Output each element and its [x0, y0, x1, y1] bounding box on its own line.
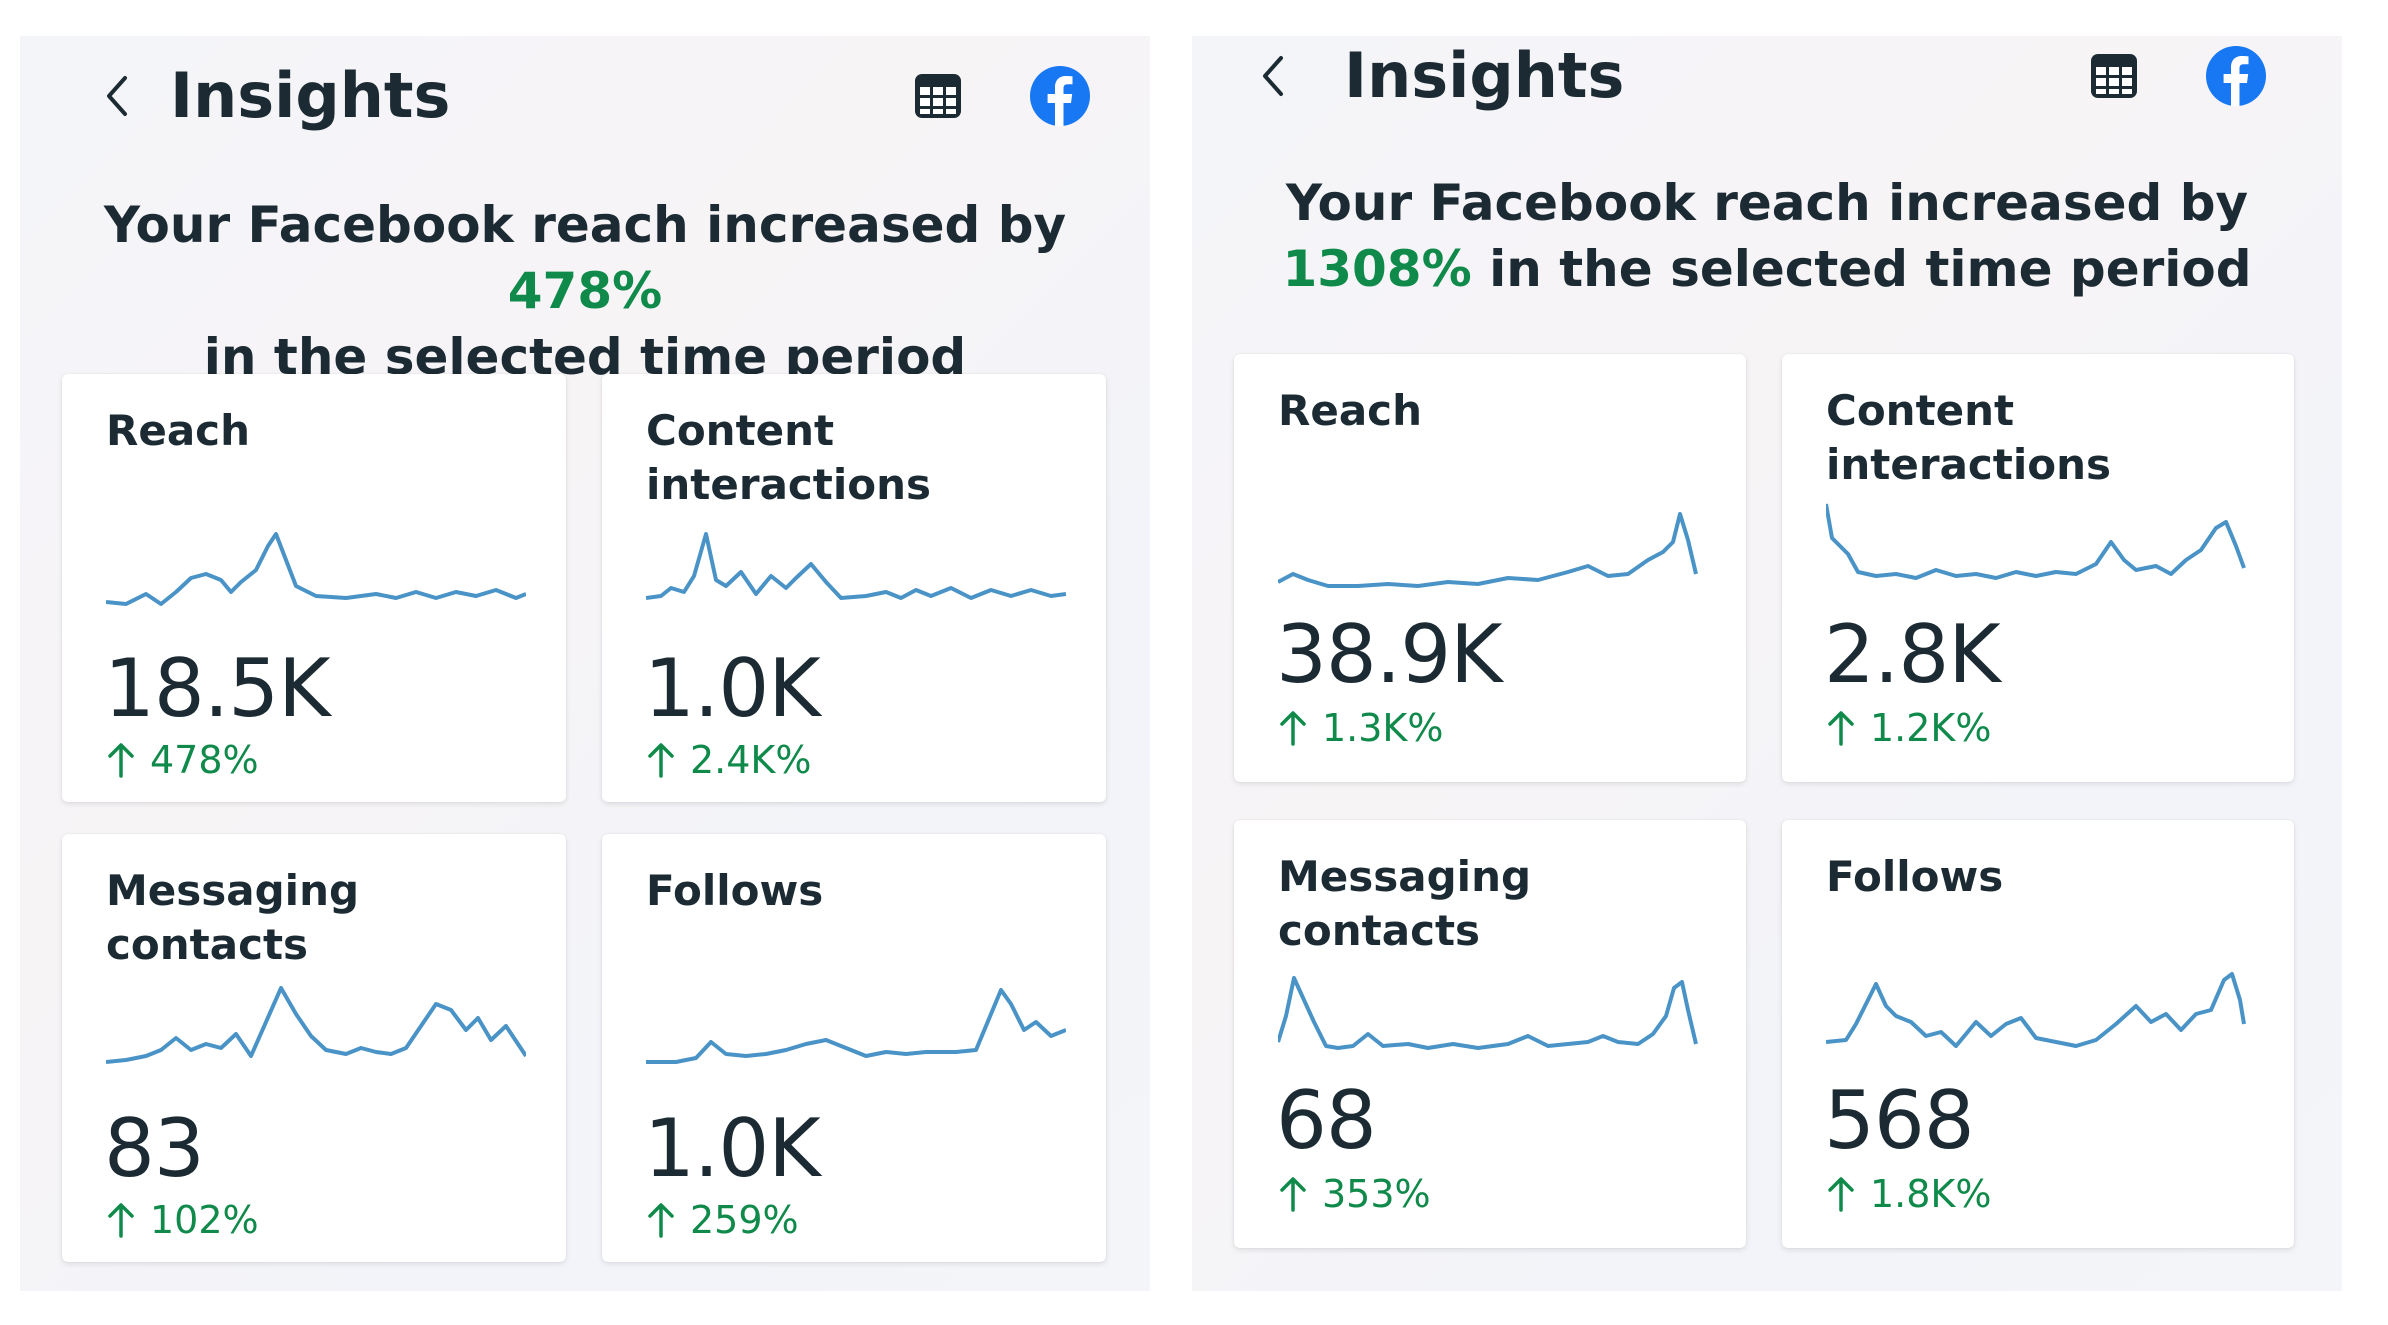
- metric-card-reach[interactable]: Reach 18.5K 478%: [62, 374, 566, 802]
- metric-value: 1.0K: [644, 1102, 821, 1195]
- reach-increase-percent: 1308%: [1282, 240, 1472, 298]
- metric-change: 259%: [646, 1196, 799, 1244]
- metric-card-messaging-contacts[interactable]: Messaging contacts 83 102%: [62, 834, 566, 1262]
- facebook-logo-icon: [1030, 66, 1090, 126]
- arrow-up-icon: [108, 1203, 134, 1238]
- back-button[interactable]: [86, 56, 146, 136]
- facebook-account-button[interactable]: [2204, 44, 2268, 108]
- table-view-button[interactable]: [2082, 44, 2146, 108]
- metric-value: 18.5K: [104, 642, 331, 735]
- reach-sparkline: [1278, 512, 1698, 588]
- metric-card-messaging-contacts[interactable]: Messaging contacts 68 353%: [1234, 820, 1746, 1248]
- metric-change: 1.2K%: [1826, 704, 1991, 752]
- table-icon: [915, 74, 961, 118]
- messaging-contacts-sparkline: [106, 986, 526, 1064]
- arrow-up-icon: [108, 743, 134, 778]
- insights-panel-right: Insights Your Facebook reach increased b…: [1192, 36, 2342, 1291]
- metric-change: 478%: [106, 736, 259, 784]
- arrow-up-icon: [1828, 711, 1854, 746]
- metric-card-reach[interactable]: Reach 38.9K 1.3K%: [1234, 354, 1746, 782]
- metric-card-follows[interactable]: Follows 1.0K 259%: [602, 834, 1106, 1262]
- back-button[interactable]: [1242, 36, 1302, 116]
- content-interactions-sparkline: [646, 532, 1066, 600]
- metric-card-follows[interactable]: Follows 568 1.8K%: [1782, 820, 2294, 1248]
- header: Insights: [1192, 36, 2342, 156]
- card-title: Follows: [646, 866, 824, 915]
- chevron-left-icon: [1263, 56, 1283, 96]
- chevron-left-icon: [107, 76, 127, 116]
- messaging-contacts-sparkline: [1278, 976, 1698, 1050]
- table-icon: [2091, 54, 2137, 98]
- follows-sparkline: [1826, 972, 2246, 1048]
- card-title: Reach: [106, 406, 250, 455]
- metric-value: 68: [1276, 1074, 1377, 1167]
- metric-value: 568: [1824, 1074, 1975, 1167]
- reach-summary-headline: Your Facebook reach increased by 478% in…: [103, 196, 1067, 386]
- metric-card-content-interactions[interactable]: Content interactions 2.8K 1.2K%: [1782, 354, 2294, 782]
- metric-card-content-interactions[interactable]: Content interactions 1.0K 2.4K%: [602, 374, 1106, 802]
- metric-change: 102%: [106, 1196, 259, 1244]
- page-title: Insights: [170, 59, 451, 132]
- content-interactions-sparkline: [1826, 503, 2246, 580]
- reach-summary-headline: Your Facebook reach increased by 1308% i…: [1282, 174, 2252, 298]
- card-title: Follows: [1826, 852, 2004, 901]
- metric-value: 38.9K: [1276, 608, 1503, 701]
- header: Insights: [20, 56, 1150, 176]
- arrow-up-icon: [648, 743, 674, 778]
- metric-value: 83: [104, 1102, 205, 1195]
- table-view-button[interactable]: [906, 64, 970, 128]
- metric-change: 2.4K%: [646, 736, 811, 784]
- card-title: Messaging contacts: [106, 866, 360, 969]
- reach-sparkline: [106, 532, 526, 606]
- reach-increase-percent: 478%: [507, 262, 663, 320]
- facebook-logo-icon: [2206, 46, 2266, 106]
- metric-value: 2.8K: [1824, 608, 2001, 701]
- card-title: Reach: [1278, 386, 1422, 435]
- arrow-up-icon: [1280, 711, 1306, 746]
- follows-sparkline: [646, 988, 1066, 1064]
- metric-value: 1.0K: [644, 642, 821, 735]
- card-title: Messaging contacts: [1278, 852, 1532, 955]
- facebook-account-button[interactable]: [1028, 64, 1092, 128]
- metric-change: 353%: [1278, 1170, 1431, 1218]
- page-title: Insights: [1344, 39, 1625, 112]
- arrow-up-icon: [1828, 1177, 1854, 1212]
- metric-change: 1.8K%: [1826, 1170, 1991, 1218]
- card-title: Content interactions: [646, 406, 932, 509]
- card-title: Content interactions: [1826, 386, 2112, 489]
- insights-panel-left: Insights Your Facebook reach increased b…: [20, 36, 1150, 1291]
- metric-change: 1.3K%: [1278, 704, 1443, 752]
- arrow-up-icon: [648, 1203, 674, 1238]
- arrow-up-icon: [1280, 1177, 1306, 1212]
